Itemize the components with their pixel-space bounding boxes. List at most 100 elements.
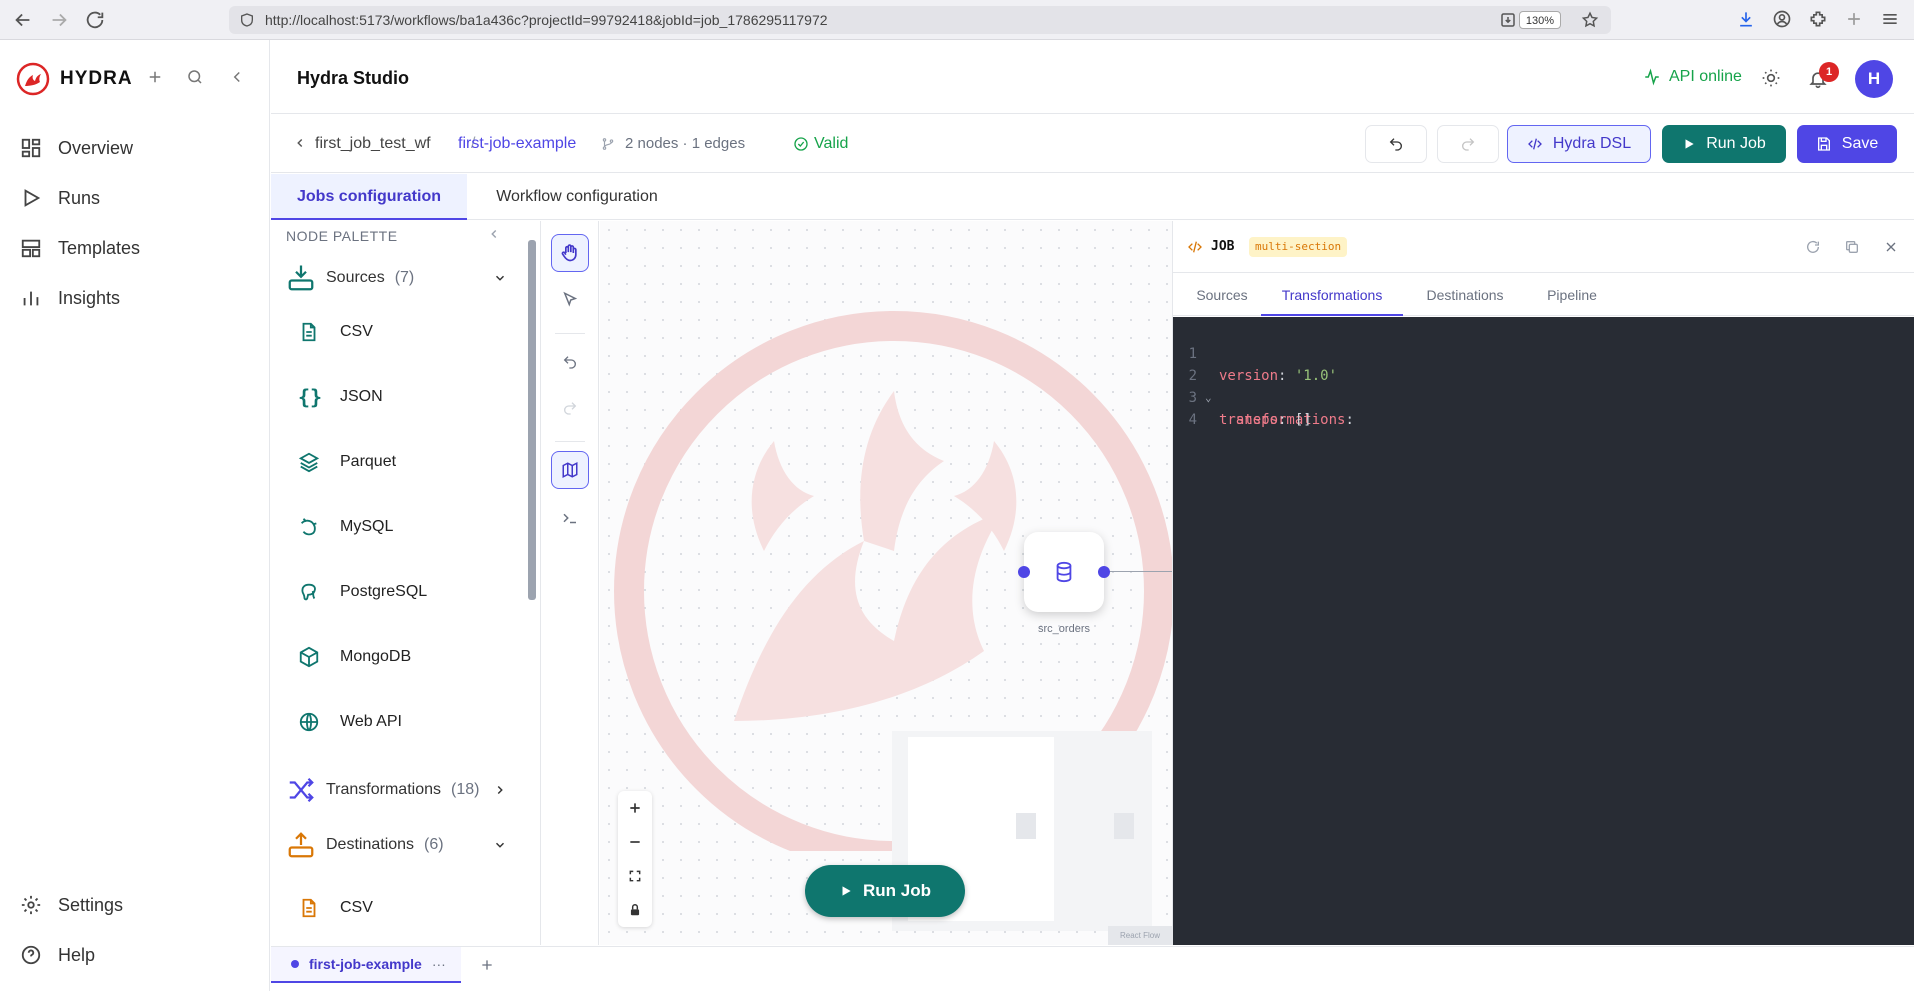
palette-item-web-api[interactable]: Web API: [298, 707, 402, 737]
undo-icon: [1388, 136, 1404, 152]
zoom-in-button[interactable]: [618, 791, 652, 825]
canvas-undo-button[interactable]: [551, 343, 589, 381]
category-label: Destinations: [326, 836, 415, 853]
new-tab-icon[interactable]: [1844, 9, 1866, 31]
palette-item-parquet[interactable]: Parquet: [298, 447, 396, 477]
pan-tool-button[interactable]: [551, 234, 589, 272]
workflow-canvas[interactable]: src_orders React Flow Run Job: [600, 221, 1172, 945]
layers-icon: [298, 451, 320, 473]
tool-divider: [555, 441, 585, 442]
chevron-down-icon[interactable]: [493, 271, 507, 285]
tab-pipeline[interactable]: Pipeline: [1527, 274, 1617, 316]
hydra-dsl-button[interactable]: Hydra DSL: [1507, 125, 1651, 163]
chevron-down-icon[interactable]: [493, 838, 507, 852]
collapse-palette-icon[interactable]: [487, 227, 501, 241]
reload-icon[interactable]: [84, 9, 106, 31]
downloads-icon[interactable]: [1736, 9, 1758, 31]
workflow-toolbar: first_job_test_wf / first-job-example 2 …: [271, 115, 1914, 173]
tab-sources[interactable]: Sources: [1179, 274, 1265, 316]
breadcrumb-job-label[interactable]: first-job-example: [458, 135, 576, 153]
code-line: 3 steps: []: [1173, 365, 1914, 428]
nav-item-runs[interactable]: Runs: [20, 182, 100, 214]
page-title: Hydra Studio: [297, 68, 410, 88]
download-page-icon[interactable]: [1499, 11, 1517, 29]
redo-icon: [1460, 136, 1476, 152]
palette-item-mysql[interactable]: MySQL: [298, 512, 393, 542]
palette-item-json[interactable]: {} JSON: [298, 382, 383, 412]
palette-item-label: JSON: [340, 388, 383, 405]
forward-icon[interactable]: [48, 9, 70, 31]
node-output-handle[interactable]: [1098, 566, 1110, 578]
nav-item-overview[interactable]: Overview: [20, 132, 133, 164]
nav-item-templates[interactable]: Templates: [20, 232, 140, 264]
job-tab[interactable]: first-job-example ···: [271, 947, 461, 983]
address-bar[interactable]: http://localhost:5173/workflows/ba1a436c…: [229, 6, 1611, 34]
canvas-run-job-label: Run Job: [863, 881, 931, 900]
palette-item-postgresql[interactable]: PostgreSQL: [298, 577, 427, 607]
hydra-dsl-label: Hydra DSL: [1552, 135, 1632, 152]
tab-transformations[interactable]: Transformations: [1261, 274, 1403, 316]
copy-icon[interactable]: [1844, 239, 1860, 255]
bookmark-star-icon[interactable]: [1581, 11, 1599, 29]
minimap-toggle-button[interactable]: [551, 451, 589, 489]
tab-workflow-configuration[interactable]: Workflow configuration: [467, 174, 687, 220]
add-icon[interactable]: [146, 68, 164, 86]
palette-item-csv-destination[interactable]: CSV: [298, 893, 373, 923]
workflow-node[interactable]: [1024, 532, 1104, 612]
account-icon[interactable]: [1772, 9, 1794, 31]
fit-view-button[interactable]: [618, 859, 652, 893]
category-destinations[interactable]: Destinations (6): [286, 828, 444, 862]
palette-item-csv[interactable]: CSV: [298, 317, 373, 347]
add-job-tab-icon[interactable]: [479, 957, 495, 973]
site-info-icon[interactable]: [239, 12, 255, 28]
palette-item-mongodb[interactable]: MongoDB: [298, 642, 411, 672]
code-editor[interactable]: 1 version: '1.0' 2 ⌄ transformations: 3 …: [1173, 317, 1914, 945]
canvas-redo-button[interactable]: [551, 389, 589, 427]
nav-item-insights[interactable]: Insights: [20, 282, 120, 314]
palette-scrollbar[interactable]: [528, 240, 536, 600]
avatar[interactable]: H: [1855, 60, 1893, 98]
globe-icon: [298, 711, 320, 733]
theme-toggle-icon[interactable]: [1761, 68, 1781, 88]
breadcrumb-workflow[interactable]: first_job_test_wf: [315, 135, 431, 153]
category-transformations[interactable]: Transformations (18): [286, 773, 479, 807]
lock-button[interactable]: [618, 893, 652, 927]
menu-icon[interactable]: [1880, 9, 1902, 31]
chevron-right-icon[interactable]: [493, 783, 507, 797]
run-job-button[interactable]: Run Job: [1662, 125, 1786, 163]
redo-button[interactable]: [1437, 125, 1499, 163]
hand-icon: [560, 243, 580, 263]
git-branch-icon: [601, 137, 615, 151]
edge[interactable]: [1110, 571, 1172, 572]
node-label: src_orders: [1038, 623, 1090, 635]
save-label: Save: [1841, 135, 1879, 152]
terminal-button[interactable]: [551, 499, 589, 537]
collapse-sidebar-icon[interactable]: [228, 68, 246, 86]
url-text[interactable]: http://localhost:5173/workflows/ba1a436c…: [265, 12, 828, 28]
zoom-level[interactable]: 130%: [1518, 11, 1561, 29]
job-tab-menu-icon[interactable]: ···: [432, 956, 446, 972]
run-job-label: Run Job: [1706, 135, 1766, 152]
close-icon[interactable]: [1883, 239, 1899, 255]
react-flow-attribution[interactable]: React Flow: [1108, 926, 1172, 945]
node-input-handle[interactable]: [1018, 566, 1030, 578]
extensions-icon[interactable]: [1808, 9, 1830, 31]
category-sources[interactable]: Sources (7): [286, 261, 414, 295]
save-button[interactable]: Save: [1797, 125, 1897, 163]
file-csv-icon: [298, 897, 320, 919]
zoom-out-button[interactable]: [618, 825, 652, 859]
tab-jobs-configuration[interactable]: Jobs configuration: [271, 174, 467, 220]
nav-item-settings[interactable]: Settings: [20, 889, 123, 921]
graph-stats: 2 nodes · 1 edges: [625, 135, 746, 152]
canvas-run-job-button[interactable]: Run Job: [805, 865, 965, 917]
tab-destinations[interactable]: Destinations: [1409, 274, 1521, 316]
refresh-icon[interactable]: [1805, 239, 1821, 255]
select-tool-button[interactable]: [551, 281, 589, 319]
canvas-tools: [541, 221, 599, 945]
tool-divider: [555, 333, 585, 334]
search-icon[interactable]: [186, 68, 204, 86]
back-icon[interactable]: [12, 9, 34, 31]
nav-item-help[interactable]: Help: [20, 939, 95, 971]
undo-button[interactable]: [1365, 125, 1427, 163]
chevron-left-icon[interactable]: [293, 136, 307, 150]
